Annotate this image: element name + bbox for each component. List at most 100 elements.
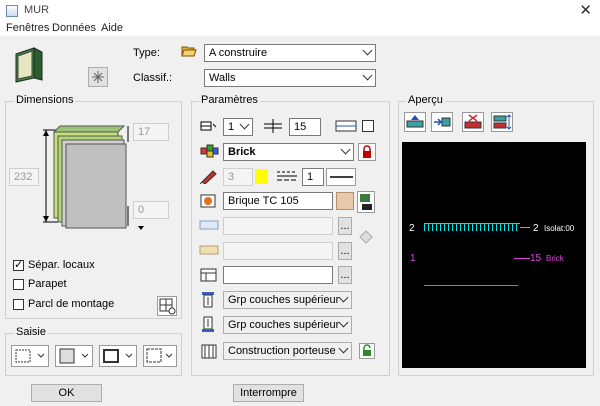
linetype-icon <box>276 169 298 183</box>
material-lock-button[interactable] <box>358 143 376 161</box>
line-weight-icon <box>330 176 353 178</box>
layer-up-icon <box>406 115 424 128</box>
pen-field[interactable]: 3 <box>223 168 253 186</box>
hatch-icon <box>199 193 219 209</box>
separ-locaux-label: Sépar. locaux <box>28 259 95 271</box>
classif-select[interactable]: Walls <box>204 69 376 87</box>
construction-icon <box>199 342 219 360</box>
wall-box-icon <box>59 348 89 364</box>
montage-settings-button[interactable] <box>157 296 177 316</box>
bottom-offset-value: 0 <box>138 204 145 216</box>
classif-value: Walls <box>209 72 236 84</box>
preview-layer-button[interactable] <box>404 112 426 132</box>
wall-line-icon <box>15 349 45 363</box>
linetype-field[interactable]: 1 <box>302 168 324 186</box>
menu-bar: Fenêtres Données Aide <box>0 22 600 36</box>
chevron-down-icon <box>340 144 351 155</box>
preview-layer1-label: Isolat:00 <box>544 224 575 233</box>
input-mode-line-button[interactable] <box>11 345 49 367</box>
construction-lock-button[interactable] <box>359 343 375 359</box>
menu-fenetres[interactable]: Fenêtres <box>6 22 49 34</box>
preview-layer1-leader <box>520 227 530 228</box>
chevron-down-icon <box>338 317 349 328</box>
preview-bottom-line <box>424 285 518 286</box>
top-offset-field[interactable]: 17 <box>133 123 169 141</box>
apercu-title: Aperçu <box>406 94 445 106</box>
input-mode-frame-button[interactable] <box>143 345 177 367</box>
material-select[interactable]: Brick <box>223 143 354 161</box>
pen-color-swatch[interactable] <box>255 169 268 184</box>
preview-swap-button[interactable] <box>491 112 513 132</box>
parapet-checkbox[interactable] <box>13 279 24 290</box>
saisie-title: Saisie <box>14 326 48 338</box>
thickness-value: 15 <box>294 121 307 133</box>
close-icon[interactable]: ✕ <box>579 1 592 19</box>
input-mode-box-button[interactable] <box>55 345 93 367</box>
pattern-icon <box>199 219 219 231</box>
ok-button[interactable]: OK <box>31 384 102 402</box>
surface-icon <box>199 244 219 256</box>
preview-layer2-leader <box>514 258 530 259</box>
wall-rect-icon <box>103 349 133 363</box>
window-title: MUR <box>24 4 50 16</box>
bottom-group-icon <box>199 316 219 334</box>
chevron-down-icon <box>362 45 373 56</box>
preview-layer2-left: 1 <box>410 253 416 264</box>
bottom-offset-field[interactable]: 0 <box>133 201 169 219</box>
type-select[interactable]: A construire <box>204 44 376 62</box>
wall-type-icon <box>12 44 48 84</box>
attribute-icon <box>199 267 219 283</box>
chevron-down-icon <box>338 292 349 303</box>
preview-layer1-right: 2 <box>533 223 539 234</box>
delete-layer-icon <box>464 114 482 129</box>
hatch-checkbox[interactable] <box>362 120 374 132</box>
folder-open-icon[interactable] <box>181 44 197 58</box>
type-label: Type: <box>133 47 160 59</box>
title-bar: MUR ✕ <box>0 0 600 22</box>
favorite-button[interactable] <box>88 67 108 87</box>
input-mode-rect-button[interactable] <box>99 345 137 367</box>
hatch-edit-icon <box>360 194 372 210</box>
attribute-field[interactable] <box>223 266 333 284</box>
menu-aide[interactable]: Aide <box>101 22 123 34</box>
layers-select[interactable]: 1 <box>223 118 253 136</box>
top-group-select-2[interactable]: Grp couches supérieur <box>223 316 352 334</box>
preview-canvas: 2 2 Isolat:00 1 15 Brick <box>402 142 586 368</box>
top-group-value-1: Grp couches supérieur <box>228 294 340 306</box>
hatch-name-field[interactable]: Brique TC 105 <box>223 192 333 210</box>
preview-layer2-label: Brick <box>546 254 564 263</box>
pen-value: 3 <box>228 171 235 183</box>
pattern-edit-icon <box>357 227 375 249</box>
lock-icon <box>363 344 371 356</box>
attribute-browse-button[interactable]: ... <box>338 266 352 284</box>
surface-browse-button[interactable]: ... <box>338 242 352 260</box>
app-icon <box>6 5 18 17</box>
cancel-button[interactable]: Interrompre <box>233 384 304 402</box>
menu-donnees[interactable]: Données <box>52 22 96 34</box>
layers-icon <box>199 118 219 134</box>
separ-locaux-checkbox[interactable] <box>13 258 24 271</box>
top-group-value-2: Grp couches supérieur <box>228 319 340 331</box>
top-group-select-1[interactable]: Grp couches supérieur <box>223 291 352 309</box>
chevron-down-icon <box>362 70 373 81</box>
construction-select[interactable]: Construction porteuse <box>223 342 352 360</box>
preview-insert-button[interactable] <box>431 112 453 132</box>
preview-delete-button[interactable] <box>462 112 484 132</box>
insert-layer-icon <box>434 117 451 127</box>
material-value: Brick <box>228 146 256 158</box>
lock-icon <box>363 145 371 158</box>
pattern-browse-button[interactable]: ... <box>338 217 352 235</box>
hatch-preview-swatch[interactable] <box>336 192 354 210</box>
thickness-field[interactable]: 15 <box>289 118 321 136</box>
parcl-checkbox[interactable] <box>13 299 24 310</box>
surface-field[interactable] <box>223 242 333 260</box>
height-field[interactable]: 232 <box>9 168 39 186</box>
parcl-label: Parcl de montage <box>28 298 115 310</box>
hatch-edit-button[interactable] <box>357 191 375 213</box>
line-weight-button[interactable] <box>326 168 356 186</box>
chevron-down-icon <box>338 343 349 354</box>
pattern-field[interactable] <box>223 217 333 235</box>
material-icon <box>199 143 219 159</box>
layers-value: 1 <box>228 121 235 133</box>
linetype-value: 1 <box>307 171 314 183</box>
